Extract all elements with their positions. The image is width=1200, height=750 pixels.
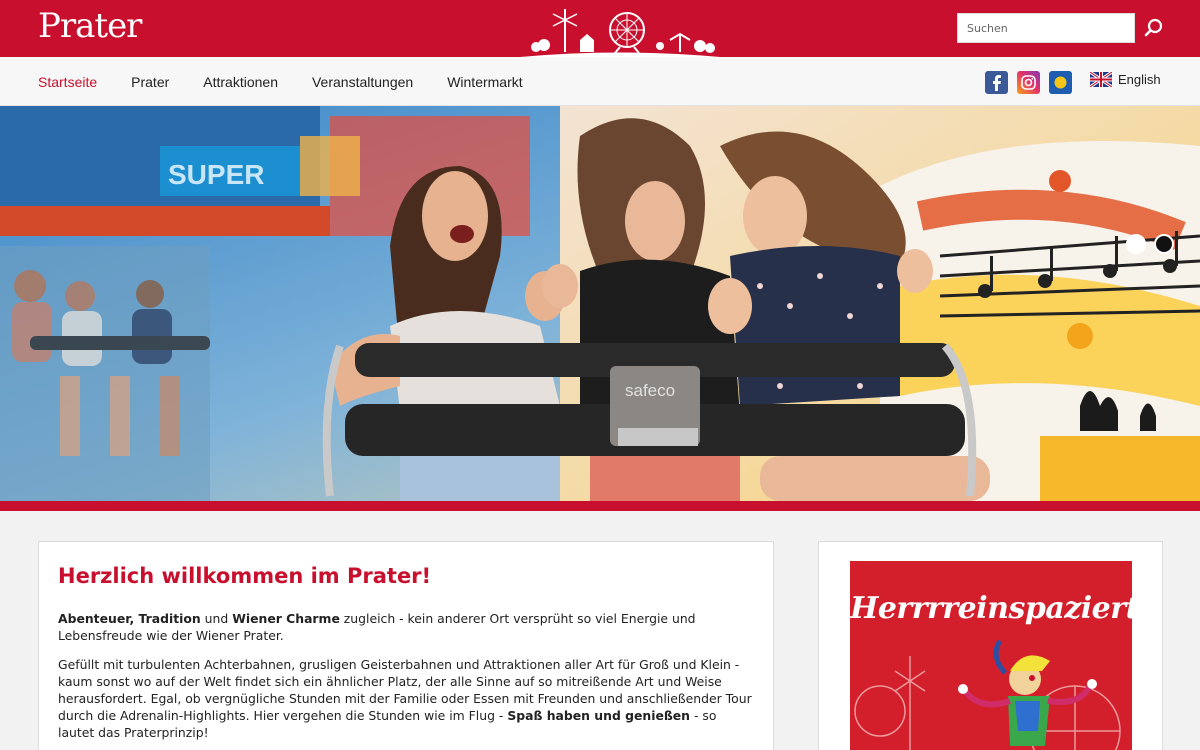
main-navigation: Startseite Prater Attraktionen Veranstal…: [0, 57, 1200, 106]
slider-dot-1[interactable]: [1126, 234, 1146, 254]
prater-skyline-icon: [520, 9, 720, 57]
welcome-intro: Abenteuer, Tradition und Wiener Charme z…: [58, 610, 754, 644]
ride-sign: SUPER: [168, 159, 264, 190]
search-button[interactable]: [1140, 14, 1168, 42]
nav-item-prater[interactable]: Prater: [131, 74, 169, 90]
welcome-section: Herzlich willkommen im Prater! Abenteuer…: [38, 541, 774, 750]
facebook-icon[interactable]: [985, 71, 1008, 94]
social-links: [985, 71, 1072, 94]
tiktok-icon[interactable]: [1049, 71, 1072, 94]
hero-image: SUPER safeco: [0, 106, 1200, 501]
nav-menu: Startseite Prater Attraktionen Veranstal…: [38, 57, 557, 106]
uk-flag-icon: [1090, 72, 1112, 87]
nav-item-startseite[interactable]: Startseite: [38, 74, 97, 90]
bold-text: Wiener Charme: [232, 611, 340, 626]
nav-item-veranstaltungen[interactable]: Veranstaltungen: [312, 74, 413, 90]
promo-illustration: [854, 639, 1121, 750]
nav-item-attraktionen[interactable]: Attraktionen: [203, 74, 278, 90]
search-input[interactable]: [958, 14, 1134, 42]
top-header: Prater: [0, 0, 1200, 57]
search-icon: [1144, 18, 1163, 37]
promo-card[interactable]: Herrrreinspaziert!: [818, 541, 1163, 750]
bar-brand-text: safeco: [625, 381, 675, 400]
language-switch[interactable]: English: [1090, 72, 1161, 87]
slider-dots: [1126, 234, 1174, 254]
welcome-title: Herzlich willkommen im Prater!: [58, 564, 432, 588]
nav-item-wintermarkt[interactable]: Wintermarkt: [447, 74, 522, 90]
bold-text: Spaß haben und genießen: [507, 708, 691, 723]
bold-text: Abenteuer, Tradition: [58, 611, 201, 626]
welcome-body: Gefüllt mit turbulenten Achterbahnen, gr…: [58, 656, 754, 741]
text: und: [200, 611, 233, 626]
slider-dot-2[interactable]: [1154, 234, 1174, 254]
prater-logo[interactable]: Prater: [38, 6, 142, 46]
promo-banner[interactable]: Herrrreinspaziert!: [850, 561, 1132, 750]
instagram-icon[interactable]: [1017, 71, 1040, 94]
hero-bottom-line: [0, 501, 1200, 511]
language-label: English: [1118, 72, 1161, 87]
search-box: [957, 13, 1135, 43]
hero-slider: SUPER safeco: [0, 106, 1200, 501]
